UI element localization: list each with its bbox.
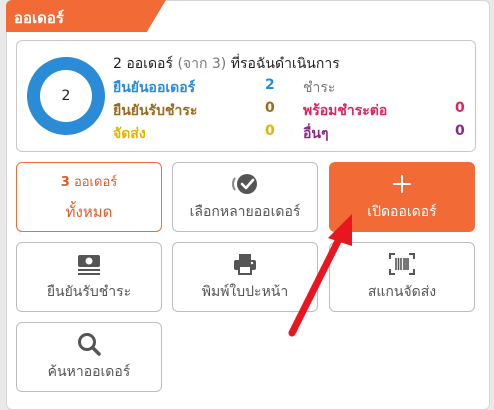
status-confirm-order-count: 2 bbox=[265, 77, 275, 93]
status-ready-to-pay-label[interactable]: พร้อมชำระต่อ bbox=[303, 100, 387, 122]
summary-title: 2 ออเดอร์ (จาก 3) ที่รอฉันดำเนินการ bbox=[113, 53, 340, 75]
print-label-label: พิมพ์ใบปะหน้า bbox=[201, 284, 289, 300]
status-confirm-payment-count: 0 bbox=[265, 100, 275, 116]
pending-summary-card: 2 2 ออเดอร์ (จาก 3) ที่รอฉันดำเนินการ ยื… bbox=[16, 40, 476, 152]
status-other-label[interactable]: อื่นๆ bbox=[303, 123, 329, 145]
panel-title: ออเดอร์ bbox=[14, 9, 64, 27]
status-shipping-label[interactable]: จัดส่ง bbox=[113, 123, 146, 145]
scan-shipping-button[interactable]: สแกนจัดส่ง bbox=[329, 242, 475, 312]
summary-title-total: (จาก 3) bbox=[177, 56, 227, 72]
status-payment-header: ชำระ bbox=[303, 80, 336, 96]
scan-shipping-label: สแกนจัดส่ง bbox=[367, 284, 437, 300]
print-label-button[interactable]: พิมพ์ใบปะหน้า bbox=[172, 242, 318, 312]
new-order-label: เปิดออเดอร์ bbox=[367, 204, 437, 220]
status-confirm-payment-label[interactable]: ยืนยันรับชำระ bbox=[113, 100, 197, 122]
new-order-button[interactable]: เปิดออเดอร์ bbox=[329, 162, 475, 232]
confirm-payment-label: ยืนยันรับชำระ bbox=[46, 284, 132, 300]
status-confirm-order-label[interactable]: ยืนยันออเดอร์ bbox=[113, 77, 195, 99]
search-orders-button[interactable]: ค้นหาออเดอร์ bbox=[16, 322, 162, 392]
summary-title-suffix: ที่รอฉันดำเนินการ bbox=[230, 56, 340, 72]
all-orders-label: ทั้งหมด bbox=[65, 202, 113, 221]
status-shipping-count: 0 bbox=[265, 123, 275, 139]
status-other-count: 0 bbox=[455, 123, 465, 139]
printer-icon bbox=[232, 251, 258, 277]
pending-donut-chart: 2 bbox=[27, 57, 105, 135]
plus-icon bbox=[392, 171, 412, 197]
barcode-scan-icon bbox=[388, 251, 416, 277]
check-circle-icon bbox=[232, 171, 258, 197]
summary-title-main: 2 ออเดอร์ bbox=[113, 56, 173, 72]
confirm-payment-button[interactable]: ยืนยันรับชำระ bbox=[16, 242, 162, 312]
money-icon bbox=[75, 251, 103, 277]
select-multiple-orders-label: เลือกหลายออเดอร์ bbox=[189, 204, 301, 220]
search-icon bbox=[76, 331, 102, 357]
search-orders-label: ค้นหาออเดอร์ bbox=[47, 364, 131, 380]
donut-value: 2 bbox=[40, 70, 92, 122]
all-orders-count: 3 ออเดอร์ bbox=[60, 174, 118, 190]
select-multiple-orders-button[interactable]: เลือกหลายออเดอร์ bbox=[172, 162, 318, 232]
all-orders-button[interactable]: 3 ออเดอร์ ทั้งหมด bbox=[16, 162, 162, 232]
status-ready-to-pay-count: 0 bbox=[455, 100, 465, 116]
